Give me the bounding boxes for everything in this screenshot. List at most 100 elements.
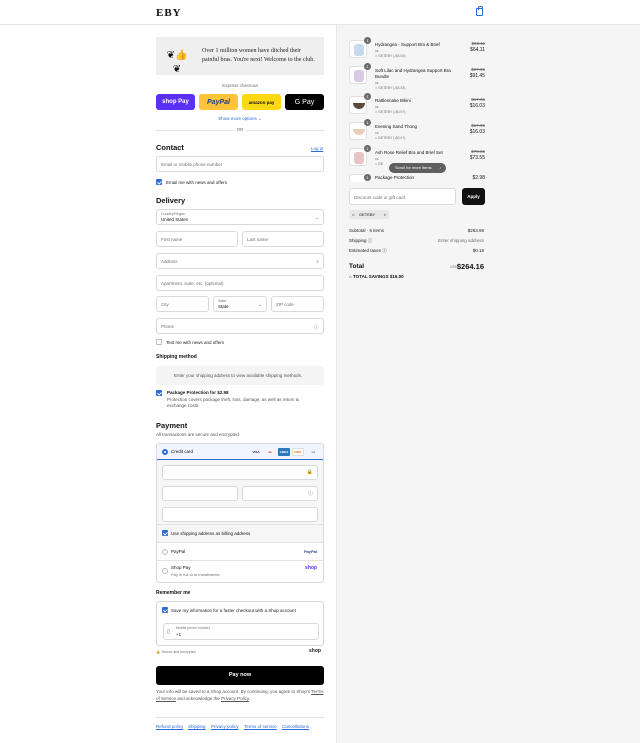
billing-address-checkbox[interactable] xyxy=(162,530,168,536)
email-news-checkbox[interactable] xyxy=(156,179,162,185)
scroll-hint[interactable]: Scroll for more items ↓ xyxy=(389,163,446,173)
terms-text: Your info will be saved to a Shop accoun… xyxy=(156,689,324,702)
text-news-checkbox[interactable] xyxy=(156,339,162,345)
email-field[interactable]: Email or mobile phone number xyxy=(156,156,324,172)
shop-pay-option[interactable]: Shop Pay Pay in full or in installments … xyxy=(157,560,323,582)
item-discount-text: GETEBY (-$5.00) xyxy=(378,54,406,58)
city-field[interactable]: City xyxy=(156,296,209,312)
shopping-bag-icon[interactable] xyxy=(476,6,483,16)
cancellations-link[interactable]: Cancellations xyxy=(282,724,309,729)
save-info-checkbox[interactable] xyxy=(162,607,168,613)
total-label: Total xyxy=(349,263,365,270)
privacy-policy-link[interactable]: Privacy Policy xyxy=(221,696,249,701)
google-pay-button[interactable]: G Pay xyxy=(285,94,324,110)
quantity-badge: 1 xyxy=(364,119,371,126)
paypal-radio[interactable] xyxy=(162,549,168,555)
login-link[interactable]: Log in xyxy=(311,146,323,151)
phone-icon: ▯ xyxy=(167,629,170,635)
quantity-badge: 1 xyxy=(364,63,371,70)
promo-text: Over 1 million women have ditched their … xyxy=(202,48,315,63)
visa-icon: VISA xyxy=(252,450,260,454)
help-circle-icon[interactable]: ⓘ xyxy=(368,238,373,243)
mobile-phone-label: Mobile phone number xyxy=(176,626,210,630)
store-logo[interactable]: EBY xyxy=(156,7,182,19)
lock-icon: 🔒 xyxy=(306,469,313,475)
promo-banner: ❦👍❦ Over 1 million women have ditched th… xyxy=(156,37,324,75)
card-number-field[interactable]: 🔒 xyxy=(162,465,318,480)
item-name: Hydrangea - Support Bra & Brief xyxy=(375,42,440,47)
paypal-button[interactable]: PayPal xyxy=(199,94,238,110)
show-more-options-link[interactable]: Show more options ⌄ xyxy=(156,116,324,122)
phone-field[interactable]: Phone ⓘ xyxy=(156,318,324,334)
contact-title: Contact xyxy=(156,143,184,152)
mobile-phone-field[interactable]: ▯ Mobile phone number +1 xyxy=(163,623,319,640)
item-variant: xs xyxy=(375,81,379,85)
line-item: 1 Evening Sand Thong xs ⌂ GETEBY (-$0.97… xyxy=(349,119,485,146)
or-separator: OR xyxy=(234,127,246,132)
help-circle-icon[interactable]: ⓘ xyxy=(382,248,387,253)
amazon-pay-button[interactable]: amazon pay xyxy=(242,94,281,110)
close-icon[interactable]: × xyxy=(384,210,386,219)
credit-card-label: Credit card xyxy=(171,449,194,454)
product-image xyxy=(354,152,364,164)
name-on-card-field[interactable] xyxy=(162,507,318,522)
billing-address-row: Use shipping address as billing address xyxy=(157,524,323,542)
security-code-field[interactable]: ⓘ xyxy=(242,486,318,501)
item-variant: xs xyxy=(375,49,379,53)
header: EBY xyxy=(0,0,640,25)
email-placeholder: Email or mobile phone number xyxy=(161,162,223,167)
delivery-title: Delivery xyxy=(156,196,186,205)
item-discount-text: GETEBY (-$0.97) xyxy=(378,136,406,140)
shop-pay-button[interactable]: shop Pay xyxy=(156,94,195,110)
privacy-policy-footer-link[interactable]: Privacy policy xyxy=(211,724,239,729)
state-select[interactable]: State State ⌄ xyxy=(213,296,267,312)
pay-now-button[interactable]: Pay now xyxy=(156,666,324,685)
first-name-field[interactable]: First name xyxy=(156,231,238,247)
item-price: $16.03 xyxy=(469,129,485,135)
help-circle-icon[interactable]: ⓘ xyxy=(314,324,319,331)
address-field[interactable]: Address ⌕ xyxy=(156,253,324,269)
total-savings: ⌂ TOTAL SAVINGS $16.00 xyxy=(349,274,404,279)
state-value: State xyxy=(218,304,229,309)
package-protection-title: Package Protection for $2.98 xyxy=(167,390,229,395)
remember-me-box: Save my information for a faster checkou… xyxy=(156,601,324,646)
item-discount: ⌂ GETEBY (-$0.97) xyxy=(375,136,406,140)
phone-placeholder: Phone xyxy=(161,324,175,329)
credit-card-radio[interactable] xyxy=(162,449,168,455)
item-variant: xs xyxy=(375,157,379,161)
total-value: $264.16 xyxy=(456,262,484,271)
credit-card-option[interactable]: Credit card VISA ●● AMEX DISC +4 xyxy=(157,444,323,460)
last-name-field[interactable]: Last name xyxy=(242,231,324,247)
package-protection-checkbox[interactable] xyxy=(156,390,162,396)
shop-pay-radio[interactable] xyxy=(162,568,168,574)
item-original-price: $78.56 xyxy=(471,149,485,154)
product-image xyxy=(353,103,365,109)
paypal-option[interactable]: PayPal PayPal xyxy=(157,542,323,560)
email-news-label: Email me with news and offers xyxy=(166,180,227,185)
zip-field[interactable]: ZIP code xyxy=(271,296,324,312)
mastercard-icon: ●● xyxy=(268,450,272,454)
item-discount-text: GETEBY (-$3.33) xyxy=(378,86,406,90)
chevron-down-icon: ⌄ xyxy=(314,215,319,221)
last-name-placeholder: Last name xyxy=(247,237,269,242)
tag-icon: ⌂ xyxy=(349,274,352,279)
discount-code-field[interactable]: Discount code or gift card xyxy=(349,188,456,205)
country-select[interactable]: Country/Region United States ⌄ xyxy=(156,209,324,225)
shipping-link[interactable]: Shipping xyxy=(188,724,206,729)
terms-of-service-footer-link[interactable]: Terms of service xyxy=(244,724,277,729)
item-original-price: $17.06 xyxy=(471,97,485,102)
mobile-phone-value: +1 xyxy=(176,632,182,637)
apply-button[interactable]: Apply xyxy=(462,188,485,205)
total-savings-text: TOTAL SAVINGS $16.00 xyxy=(352,274,404,279)
apartment-field[interactable]: Apartment, suite, etc. (optional) xyxy=(156,275,324,291)
billing-address-label: Use shipping address as billing address xyxy=(171,531,251,536)
refund-policy-link[interactable]: Refund policy xyxy=(156,724,183,729)
shipping-method-title: Shipping method xyxy=(156,354,197,360)
terms-mid: and acknowledge the xyxy=(176,695,222,701)
item-variant: xs xyxy=(375,105,379,109)
line-item: 1 Package Protection $2.98 xyxy=(349,174,485,182)
package-protection-desc: Protection covers package theft, loss, d… xyxy=(167,397,299,408)
expiration-field[interactable] xyxy=(162,486,238,501)
help-circle-icon[interactable]: ⓘ xyxy=(308,490,313,497)
shipping-label-text: Shipping xyxy=(349,238,367,243)
